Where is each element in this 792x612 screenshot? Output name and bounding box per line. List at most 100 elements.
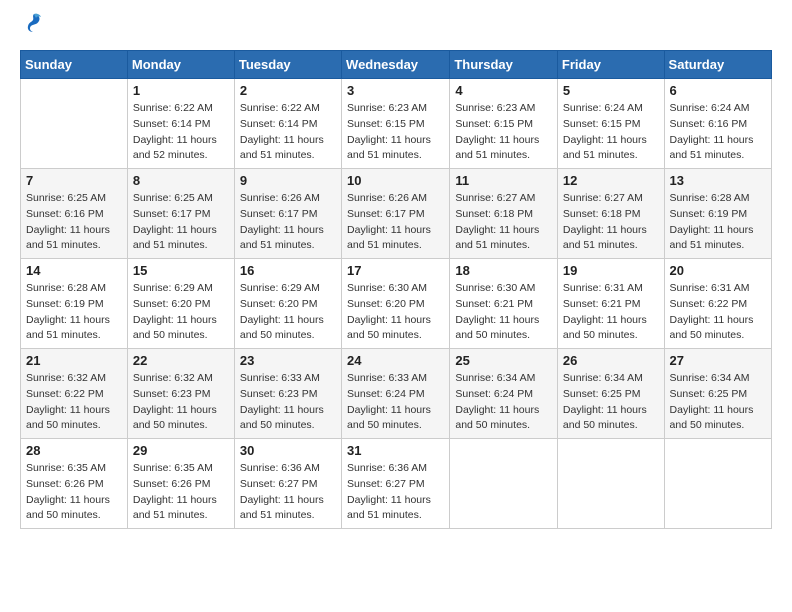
daylight-label: Daylight: 11 hours and 50 minutes. [455,404,539,432]
calendar-cell: 14 Sunrise: 6:28 AM Sunset: 6:19 PM Dayl… [21,259,128,349]
sunrise-label: Sunrise: 6:33 AM [347,372,427,384]
sunrise-label: Sunrise: 6:34 AM [455,372,535,384]
daylight-label: Daylight: 11 hours and 50 minutes. [563,404,647,432]
sunset-label: Sunset: 6:22 PM [26,388,104,400]
day-number: 19 [563,263,659,278]
calendar-cell: 10 Sunrise: 6:26 AM Sunset: 6:17 PM Dayl… [342,169,450,259]
daylight-label: Daylight: 11 hours and 50 minutes. [347,314,431,342]
sunset-label: Sunset: 6:25 PM [670,388,748,400]
calendar-cell: 7 Sunrise: 6:25 AM Sunset: 6:16 PM Dayli… [21,169,128,259]
daylight-label: Daylight: 11 hours and 50 minutes. [133,314,217,342]
daylight-label: Daylight: 11 hours and 51 minutes. [26,224,110,252]
calendar-cell: 27 Sunrise: 6:34 AM Sunset: 6:25 PM Dayl… [664,349,771,439]
calendar-cell: 6 Sunrise: 6:24 AM Sunset: 6:16 PM Dayli… [664,79,771,169]
calendar-week-row: 1 Sunrise: 6:22 AM Sunset: 6:14 PM Dayli… [21,79,772,169]
sunrise-label: Sunrise: 6:35 AM [26,462,106,474]
calendar-cell: 23 Sunrise: 6:33 AM Sunset: 6:23 PM Dayl… [234,349,341,439]
calendar-cell: 13 Sunrise: 6:28 AM Sunset: 6:19 PM Dayl… [664,169,771,259]
sunrise-label: Sunrise: 6:29 AM [133,282,213,294]
calendar-header-sunday: Sunday [21,51,128,79]
sunset-label: Sunset: 6:24 PM [347,388,425,400]
day-info: Sunrise: 6:34 AM Sunset: 6:25 PM Dayligh… [563,371,659,434]
calendar-cell: 26 Sunrise: 6:34 AM Sunset: 6:25 PM Dayl… [557,349,664,439]
daylight-label: Daylight: 11 hours and 50 minutes. [455,314,539,342]
daylight-label: Daylight: 11 hours and 51 minutes. [670,134,754,162]
calendar-week-row: 21 Sunrise: 6:32 AM Sunset: 6:22 PM Dayl… [21,349,772,439]
calendar-cell: 25 Sunrise: 6:34 AM Sunset: 6:24 PM Dayl… [450,349,558,439]
day-number: 24 [347,353,444,368]
day-number: 18 [455,263,552,278]
sunrise-label: Sunrise: 6:28 AM [670,192,750,204]
sunset-label: Sunset: 6:27 PM [347,478,425,490]
day-number: 6 [670,83,766,98]
daylight-label: Daylight: 11 hours and 50 minutes. [133,404,217,432]
daylight-label: Daylight: 11 hours and 50 minutes. [240,404,324,432]
day-number: 20 [670,263,766,278]
sunset-label: Sunset: 6:19 PM [670,208,748,220]
daylight-label: Daylight: 11 hours and 51 minutes. [240,224,324,252]
sunrise-label: Sunrise: 6:24 AM [670,102,750,114]
day-info: Sunrise: 6:25 AM Sunset: 6:16 PM Dayligh… [26,191,122,254]
sunrise-label: Sunrise: 6:36 AM [240,462,320,474]
day-number: 27 [670,353,766,368]
sunrise-label: Sunrise: 6:27 AM [455,192,535,204]
day-info: Sunrise: 6:31 AM Sunset: 6:22 PM Dayligh… [670,281,766,344]
day-number: 2 [240,83,336,98]
calendar-header-thursday: Thursday [450,51,558,79]
day-info: Sunrise: 6:27 AM Sunset: 6:18 PM Dayligh… [455,191,552,254]
sunrise-label: Sunrise: 6:27 AM [563,192,643,204]
day-info: Sunrise: 6:22 AM Sunset: 6:14 PM Dayligh… [240,101,336,164]
daylight-label: Daylight: 11 hours and 51 minutes. [240,494,324,522]
day-number: 28 [26,443,122,458]
daylight-label: Daylight: 11 hours and 51 minutes. [455,224,539,252]
sunrise-label: Sunrise: 6:29 AM [240,282,320,294]
day-number: 12 [563,173,659,188]
day-info: Sunrise: 6:28 AM Sunset: 6:19 PM Dayligh… [26,281,122,344]
sunrise-label: Sunrise: 6:34 AM [563,372,643,384]
daylight-label: Daylight: 11 hours and 51 minutes. [240,134,324,162]
day-number: 7 [26,173,122,188]
daylight-label: Daylight: 11 hours and 51 minutes. [347,134,431,162]
calendar-cell: 20 Sunrise: 6:31 AM Sunset: 6:22 PM Dayl… [664,259,771,349]
sunset-label: Sunset: 6:15 PM [347,118,425,130]
calendar-cell: 29 Sunrise: 6:35 AM Sunset: 6:26 PM Dayl… [127,439,234,529]
day-number: 29 [133,443,229,458]
day-number: 16 [240,263,336,278]
day-info: Sunrise: 6:35 AM Sunset: 6:26 PM Dayligh… [26,461,122,524]
calendar-cell: 9 Sunrise: 6:26 AM Sunset: 6:17 PM Dayli… [234,169,341,259]
daylight-label: Daylight: 11 hours and 50 minutes. [26,494,110,522]
sunset-label: Sunset: 6:15 PM [455,118,533,130]
calendar-cell: 3 Sunrise: 6:23 AM Sunset: 6:15 PM Dayli… [342,79,450,169]
sunrise-label: Sunrise: 6:31 AM [670,282,750,294]
sunset-label: Sunset: 6:14 PM [240,118,318,130]
sunrise-label: Sunrise: 6:26 AM [240,192,320,204]
calendar-cell: 11 Sunrise: 6:27 AM Sunset: 6:18 PM Dayl… [450,169,558,259]
day-info: Sunrise: 6:23 AM Sunset: 6:15 PM Dayligh… [455,101,552,164]
day-number: 23 [240,353,336,368]
day-number: 30 [240,443,336,458]
sunrise-label: Sunrise: 6:34 AM [670,372,750,384]
day-number: 11 [455,173,552,188]
calendar-week-row: 28 Sunrise: 6:35 AM Sunset: 6:26 PM Dayl… [21,439,772,529]
sunrise-label: Sunrise: 6:24 AM [563,102,643,114]
day-info: Sunrise: 6:30 AM Sunset: 6:21 PM Dayligh… [455,281,552,344]
sunset-label: Sunset: 6:21 PM [563,298,641,310]
calendar-header-friday: Friday [557,51,664,79]
day-number: 21 [26,353,122,368]
sunset-label: Sunset: 6:20 PM [133,298,211,310]
sunrise-label: Sunrise: 6:28 AM [26,282,106,294]
daylight-label: Daylight: 11 hours and 50 minutes. [26,404,110,432]
sunset-label: Sunset: 6:18 PM [563,208,641,220]
day-number: 22 [133,353,229,368]
sunrise-label: Sunrise: 6:30 AM [455,282,535,294]
sunrise-label: Sunrise: 6:32 AM [26,372,106,384]
day-info: Sunrise: 6:29 AM Sunset: 6:20 PM Dayligh… [133,281,229,344]
calendar-cell: 5 Sunrise: 6:24 AM Sunset: 6:15 PM Dayli… [557,79,664,169]
calendar-cell: 24 Sunrise: 6:33 AM Sunset: 6:24 PM Dayl… [342,349,450,439]
day-info: Sunrise: 6:33 AM Sunset: 6:24 PM Dayligh… [347,371,444,434]
calendar-cell [664,439,771,529]
day-number: 31 [347,443,444,458]
day-info: Sunrise: 6:26 AM Sunset: 6:17 PM Dayligh… [347,191,444,254]
sunset-label: Sunset: 6:17 PM [240,208,318,220]
sunrise-label: Sunrise: 6:25 AM [26,192,106,204]
